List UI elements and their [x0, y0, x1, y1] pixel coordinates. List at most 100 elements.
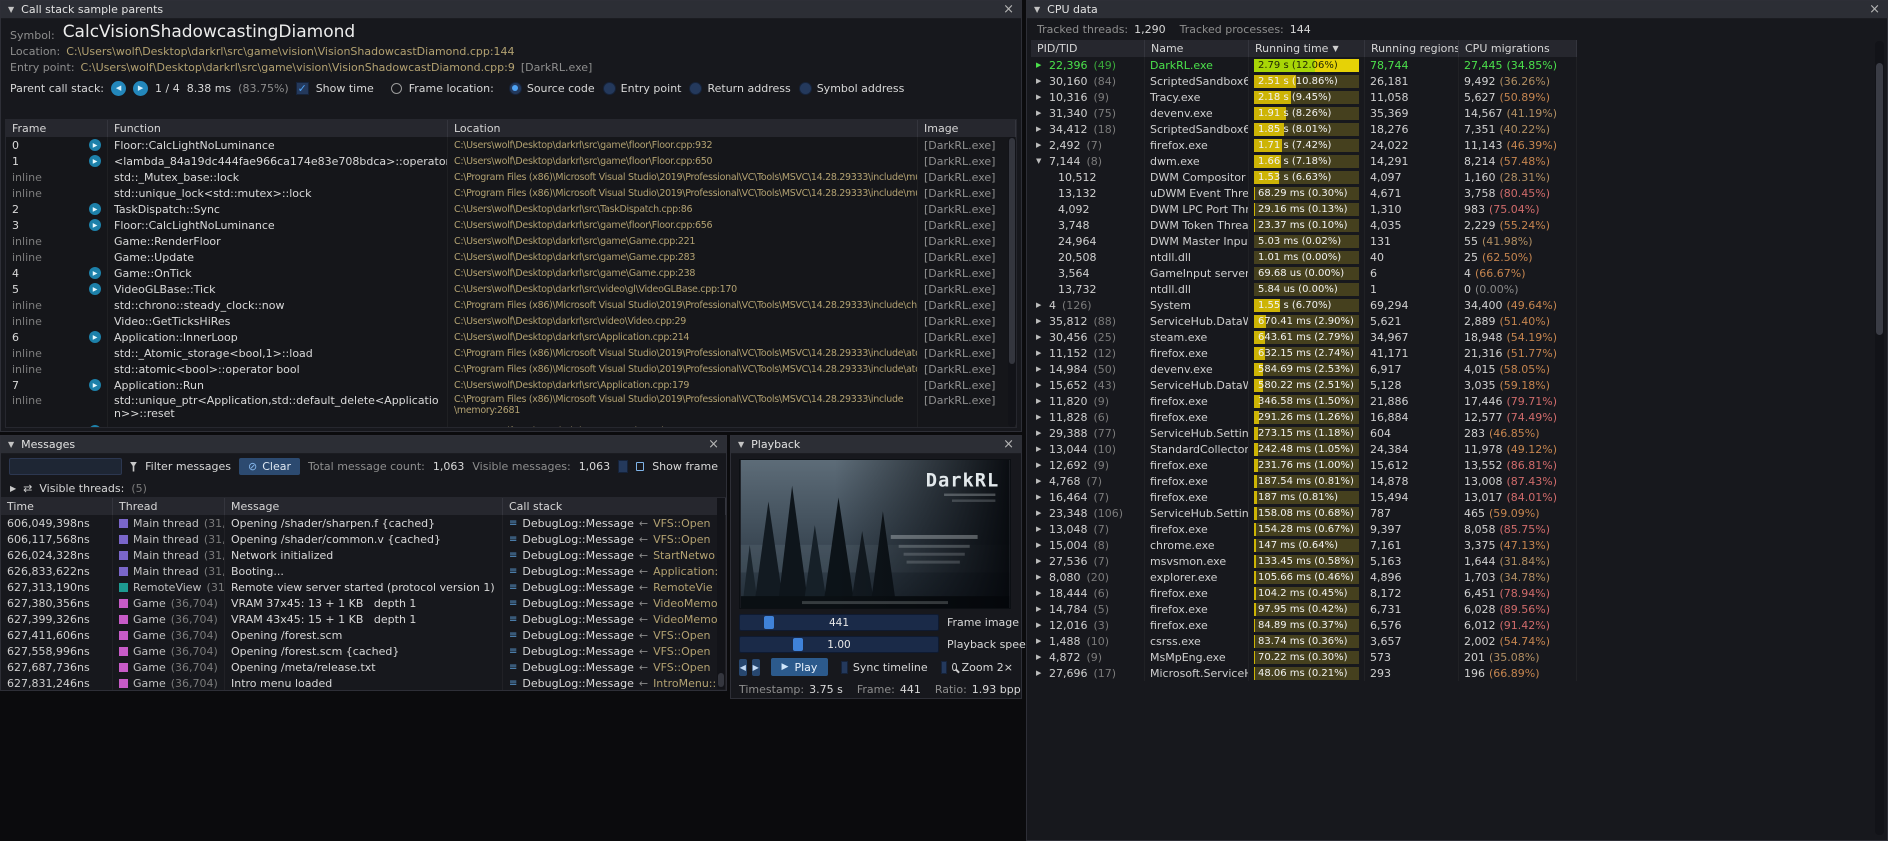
callstack-frame-row[interactable]: inlineGame::UpdateC:\Users\wolf\Desktop\…: [6, 249, 1016, 265]
cpu-process-row[interactable]: ▶29,388(77)ServiceHub.SettingsHost273.15…: [1031, 425, 1577, 441]
show-frame-checkbox[interactable]: ✓: [618, 460, 627, 473]
messages-scrollbar[interactable]: [717, 498, 725, 689]
message-row[interactable]: 627,380,356nsGame(36,704)VRAM 37x45: 13 …: [1, 595, 726, 611]
cpu-process-row[interactable]: ▶15,004(8)chrome.exe147 ms (0.64%)7,1613…: [1031, 537, 1577, 553]
expand-row-icon[interactable]: ▶: [1036, 637, 1045, 645]
radio-source-code[interactable]: [509, 82, 522, 95]
cpu-process-row[interactable]: 10,512DWM Compositor Threac1.53 s (6.63%…: [1031, 169, 1577, 185]
cpu-process-row[interactable]: 13,732ntdll.dll5.84 us (0.00%)10(0.00%): [1031, 281, 1577, 297]
column-header-cpu-migrations[interactable]: CPU migrations: [1459, 40, 1577, 57]
callstack-frame-row[interactable]: 8▶mainC:\Users\wolf\Desktop\darkrl\src\E…: [6, 423, 1016, 428]
cpu-process-row[interactable]: ▶30,160(84)ScriptedSandbox64.exe2.51 s (…: [1031, 73, 1577, 89]
playback-speed-slider[interactable]: 1.00: [739, 636, 939, 653]
column-header-running-time[interactable]: Running time ▼: [1249, 40, 1365, 57]
message-row[interactable]: 627,831,246nsGame(36,704)Intro menu load…: [1, 675, 726, 690]
callstack-frame-row[interactable]: inlinestd::unique_ptr<Application,std::d…: [6, 393, 1016, 423]
expand-row-icon[interactable]: ▶: [1036, 333, 1045, 341]
filter-input[interactable]: [9, 458, 122, 475]
message-row[interactable]: 627,687,736nsGame(36,704)Opening /meta/r…: [1, 659, 726, 675]
goto-frame-icon[interactable]: ▶: [89, 203, 101, 215]
column-header-time[interactable]: Time: [1, 498, 113, 515]
callstack-frame-row[interactable]: 2▶TaskDispatch::SyncC:\Users\wolf\Deskto…: [6, 201, 1016, 217]
expand-row-icon[interactable]: ▶: [1036, 365, 1045, 373]
cpu-process-row[interactable]: ▶31,340(75)devenv.exe1.91 s (8.26%)35,36…: [1031, 105, 1577, 121]
messages-titlebar[interactable]: ▼ Messages ×: [1, 436, 726, 454]
expand-row-icon[interactable]: ▶: [1036, 397, 1045, 405]
cpu-titlebar[interactable]: ▼ CPU data ×: [1027, 1, 1887, 19]
callstack-frame-row[interactable]: 5▶VideoGLBase::TickC:\Users\wolf\Desktop…: [6, 281, 1016, 297]
prev-stack-button[interactable]: ◀: [111, 81, 126, 96]
cpu-process-row[interactable]: ▶13,044(10)StandardCollector.Servic242.4…: [1031, 441, 1577, 457]
cpu-process-row[interactable]: ▶27,536(7)msvsmon.exe133.45 ms (0.58%)5,…: [1031, 553, 1577, 569]
message-row[interactable]: 626,833,622nsMain thread(31,596)Booting.…: [1, 563, 726, 579]
filter-messages-label[interactable]: Filter messages: [145, 460, 231, 473]
expand-row-icon[interactable]: ▶: [1036, 653, 1045, 661]
expand-row-icon[interactable]: ▶: [1036, 445, 1045, 453]
goto-frame-icon[interactable]: ▶: [89, 331, 101, 343]
cpu-process-row[interactable]: 13,132uDWM Event Thread68.29 ms (0.30%)4…: [1031, 185, 1577, 201]
expand-row-icon[interactable]: ▶: [1036, 605, 1045, 613]
next-frame-button[interactable]: ▶: [752, 659, 760, 676]
zoom-checkbox[interactable]: ✓: [941, 661, 948, 674]
message-callstack[interactable]: ≡DebugLog::Message←VFS::Open: [503, 643, 726, 659]
expand-row-icon[interactable]: ▶: [1036, 429, 1045, 437]
callstack-frame-row[interactable]: 3▶Floor::CalcLightNoLuminanceC:\Users\wo…: [6, 217, 1016, 233]
cpu-process-row[interactable]: ▶8,080(20)explorer.exe105.66 ms (0.46%)4…: [1031, 569, 1577, 585]
message-callstack[interactable]: ≡DebugLog::Message←IntroMenu::: [503, 675, 726, 690]
cpu-process-row[interactable]: ▶4,768(7)firefox.exe187.54 ms (0.81%)14,…: [1031, 473, 1577, 489]
close-icon[interactable]: ×: [708, 438, 719, 451]
cpu-process-row[interactable]: ▶13,048(7)firefox.exe154.28 ms (0.67%)9,…: [1031, 521, 1577, 537]
callstack-frame-row[interactable]: 4▶Game::OnTickC:\Users\wolf\Desktop\dark…: [6, 265, 1016, 281]
cpu-process-row[interactable]: ▶14,984(50)devenv.exe584.69 ms (2.53%)6,…: [1031, 361, 1577, 377]
show-time-checkbox[interactable]: ✓: [296, 82, 309, 95]
message-callstack[interactable]: ≡DebugLog::Message←VFS::Open: [503, 515, 726, 531]
callstack-scrollbar-thumb[interactable]: [1009, 138, 1015, 364]
message-callstack[interactable]: ≡DebugLog::Message←VFS::Open: [503, 627, 726, 643]
message-callstack[interactable]: ≡DebugLog::Message←StartNetwo: [503, 547, 726, 563]
cpu-process-row[interactable]: ▶27,696(17)Microsoft.ServiceHub.Co48.06 …: [1031, 665, 1577, 681]
radio-entry-point[interactable]: [603, 82, 616, 95]
message-callstack[interactable]: ≡DebugLog::Message←VideoMemo: [503, 611, 726, 627]
expand-row-icon[interactable]: ▶: [1036, 669, 1045, 677]
callstack-frame-row[interactable]: 6▶Application::InnerLoopC:\Users\wolf\De…: [6, 329, 1016, 345]
collapse-icon[interactable]: ▼: [8, 440, 14, 449]
callstack-frame-row[interactable]: inlinestd::atomic<bool>::operator boolC:…: [6, 361, 1016, 377]
goto-frame-icon[interactable]: ▶: [89, 425, 101, 428]
expand-row-icon[interactable]: ▶: [1036, 461, 1045, 469]
messages-scrollbar-thumb[interactable]: [718, 673, 724, 687]
cpu-process-row[interactable]: ▶14,784(5)firefox.exe97.95 ms (0.42%)6,7…: [1031, 601, 1577, 617]
frame-image-slider[interactable]: 441: [739, 614, 939, 631]
playback-titlebar[interactable]: ▼ Playback ×: [731, 436, 1021, 454]
expand-row-icon[interactable]: ▶: [1036, 573, 1045, 581]
radio-return-address[interactable]: [689, 82, 702, 95]
expand-row-icon[interactable]: ▶: [1036, 621, 1045, 629]
cpu-process-row[interactable]: ▶11,828(6)firefox.exe291.26 ms (1.26%)16…: [1031, 409, 1577, 425]
collapse-icon[interactable]: ▼: [8, 5, 14, 14]
expand-row-icon[interactable]: ▶: [1036, 125, 1045, 133]
column-header-location[interactable]: Location: [448, 120, 918, 137]
column-header-thread[interactable]: Thread: [113, 498, 225, 515]
message-row[interactable]: 627,558,996nsGame(36,704)Opening /forest…: [1, 643, 726, 659]
callstack-frame-row[interactable]: inlinestd::chrono::steady_clock::nowC:\P…: [6, 297, 1016, 313]
column-header-image[interactable]: Image: [918, 120, 1016, 137]
callstack-frame-row[interactable]: 0▶Floor::CalcLightNoLuminanceC:\Users\wo…: [6, 137, 1016, 153]
close-icon[interactable]: ×: [1003, 438, 1014, 451]
cpu-process-row[interactable]: ▶10,316(9)Tracy.exe2.18 s (9.45%)11,0585…: [1031, 89, 1577, 105]
goto-frame-icon[interactable]: ▶: [89, 267, 101, 279]
radio-symbol-address[interactable]: [799, 82, 812, 95]
column-header-function[interactable]: Function: [108, 120, 448, 137]
playback-frame-image[interactable]: DarkRL: [739, 459, 1011, 609]
message-row[interactable]: 606,049,398nsMain thread(31,596)Opening …: [1, 515, 726, 531]
expand-row-icon[interactable]: ▶: [1036, 589, 1045, 597]
callstack-frame-row[interactable]: inlineVideo::GetTicksHiResC:\Users\wolf\…: [6, 313, 1016, 329]
cpu-process-row[interactable]: ▶16,464(7)firefox.exe187 ms (0.81%)15,49…: [1031, 489, 1577, 505]
expand-row-icon[interactable]: ▶: [1036, 61, 1045, 69]
collapse-icon[interactable]: ▼: [1034, 5, 1040, 14]
callstack-frame-row[interactable]: inlineGame::RenderFloorC:\Users\wolf\Des…: [6, 233, 1016, 249]
close-icon[interactable]: ×: [1003, 3, 1014, 16]
expand-row-icon[interactable]: ▶: [1036, 493, 1045, 501]
cpu-process-row[interactable]: 24,964DWM Master Input Threa5.03 ms (0.0…: [1031, 233, 1577, 249]
prev-frame-button[interactable]: ◀: [739, 659, 747, 676]
message-callstack[interactable]: ≡DebugLog::Message←VFS::Open: [503, 659, 726, 675]
cpu-process-row[interactable]: ▼7,144(8)dwm.exe1.66 s (7.18%)14,2918,21…: [1031, 153, 1577, 169]
